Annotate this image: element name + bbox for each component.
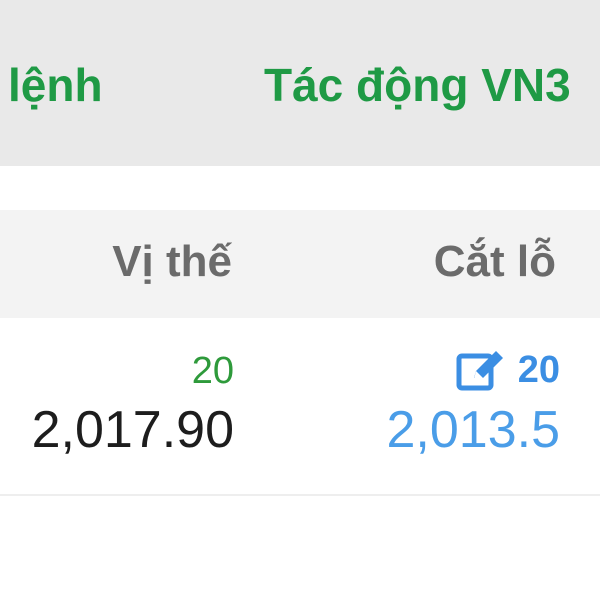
- stop-loss-price[interactable]: 2,013.5: [387, 404, 561, 456]
- position-quantity: 20: [191, 350, 234, 392]
- position-price: 2,017.90: [31, 401, 234, 459]
- tab-order[interactable]: lệnh: [8, 62, 103, 108]
- tab-vn30-impact[interactable]: Tác động VN3: [264, 62, 571, 108]
- stop-loss-quantity-group[interactable]: 20: [456, 348, 560, 392]
- spacer: [0, 166, 600, 210]
- column-header-stop-loss: Cắt lỗ: [433, 237, 556, 286]
- edit-icon[interactable]: [456, 348, 508, 392]
- tab-bar: lệnh Tác động VN3: [0, 0, 600, 166]
- stop-loss-quantity[interactable]: 20: [518, 351, 560, 389]
- column-header-position: Vị thế: [112, 237, 232, 286]
